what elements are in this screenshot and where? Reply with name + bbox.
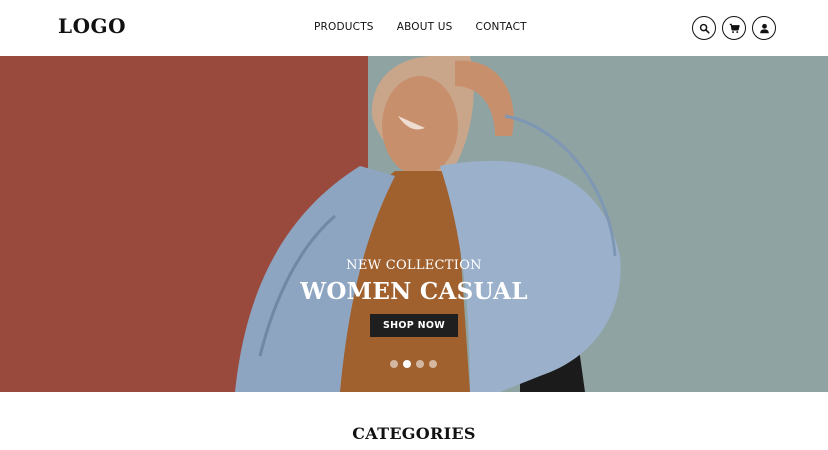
hero-title: WOMEN CASUAL <box>300 278 528 305</box>
search-button[interactable] <box>692 16 716 40</box>
carousel-dot-2[interactable] <box>403 360 411 368</box>
logo[interactable]: LOGO <box>58 14 126 38</box>
carousel-dot-3[interactable] <box>416 360 424 368</box>
search-icon <box>699 23 710 34</box>
cart-icon <box>729 23 740 33</box>
nav-products[interactable]: PRODUCTS <box>314 21 374 33</box>
hero-subtitle: NEW COLLECTION <box>346 258 482 273</box>
header-icons <box>692 16 776 40</box>
shop-now-button[interactable]: SHOP NOW <box>370 314 458 337</box>
main-nav: PRODUCTS ABOUT US CONTACT <box>314 21 527 33</box>
hero-image <box>0 56 828 392</box>
categories-heading: CATEGORIES <box>352 424 476 443</box>
cart-button[interactable] <box>722 16 746 40</box>
user-icon <box>759 23 769 33</box>
nav-about-us[interactable]: ABOUT US <box>397 21 453 33</box>
site-header: LOGO PRODUCTS ABOUT US CONTACT <box>0 0 828 56</box>
hero-banner: NEW COLLECTION WOMEN CASUAL SHOP NOW <box>0 56 828 392</box>
carousel-dot-4[interactable] <box>429 360 437 368</box>
nav-contact[interactable]: CONTACT <box>476 21 527 33</box>
account-button[interactable] <box>752 16 776 40</box>
carousel-dot-1[interactable] <box>390 360 398 368</box>
carousel-dots <box>390 360 437 368</box>
